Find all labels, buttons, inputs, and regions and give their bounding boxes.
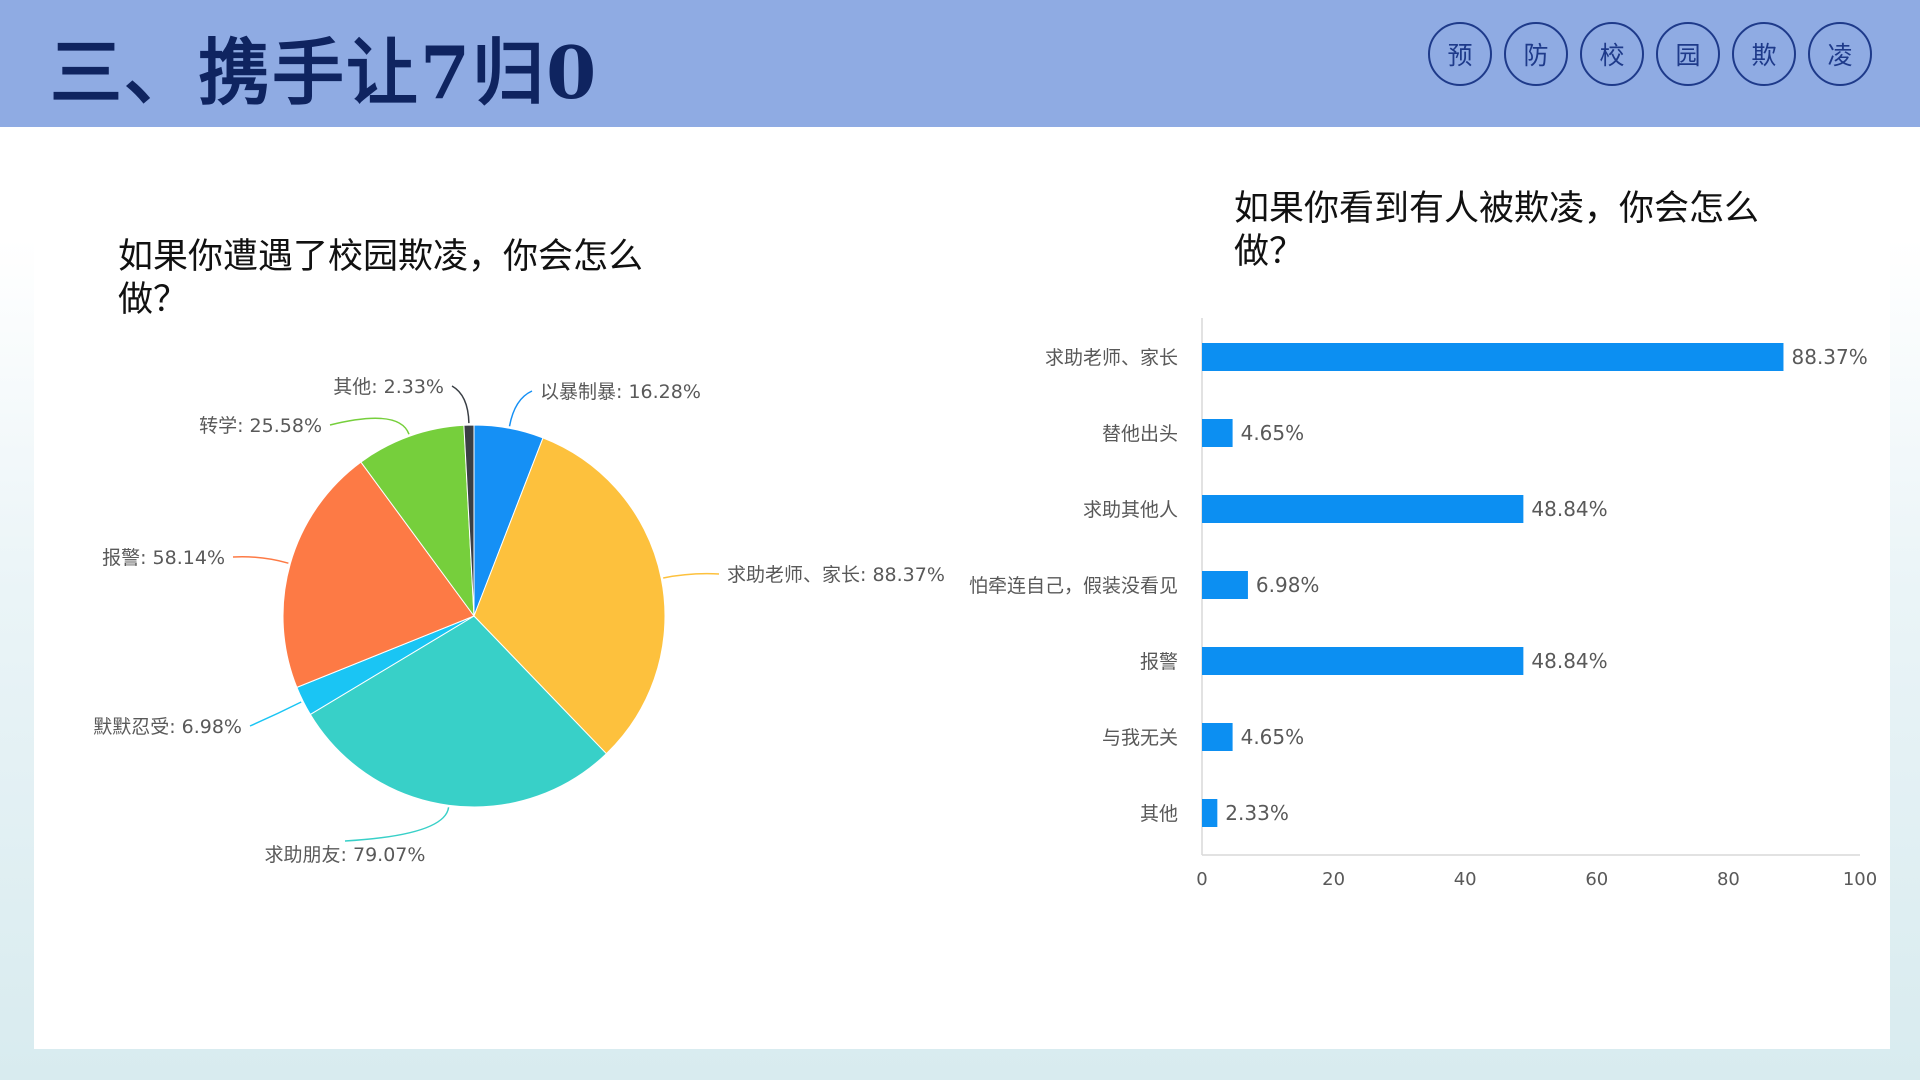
bar-category-label: 求助老师、家长 bbox=[1045, 347, 1178, 369]
pie-data-label: 报警: 58.14% bbox=[102, 547, 225, 569]
bar-x-tick-label: 80 bbox=[1717, 869, 1740, 890]
bar-rect bbox=[1202, 723, 1233, 751]
pie-data-label: 其他: 2.33% bbox=[333, 376, 444, 398]
pie-leader-line bbox=[329, 417, 410, 435]
bar-value-label: 48.84% bbox=[1531, 497, 1607, 521]
pie-leader-line bbox=[232, 556, 289, 564]
pie-data-label: 转学: 25.58% bbox=[199, 415, 322, 437]
bar-value-label: 2.33% bbox=[1225, 801, 1289, 825]
bar-rect bbox=[1202, 647, 1524, 675]
bar-x-tick-label: 60 bbox=[1585, 869, 1608, 890]
bar-rect bbox=[1202, 495, 1524, 523]
bar-value-label: 88.37% bbox=[1792, 345, 1868, 369]
bar-category-label: 替他出头 bbox=[1102, 423, 1178, 445]
charts-canvas: 以暴制暴: 16.28% 求助老师、家长: 88.37% 求助朋友: 79.07% 默… bbox=[93, 318, 1877, 890]
bar-value-label: 4.65% bbox=[1241, 421, 1305, 445]
pie-data-label: 求助老师、家长: 88.37% bbox=[727, 564, 945, 586]
bar-x-tick-label: 20 bbox=[1322, 869, 1345, 890]
bar-x-tick-label: 0 bbox=[1196, 869, 1207, 890]
bar-x-tick-label: 40 bbox=[1454, 869, 1477, 890]
pie-data-label: 求助朋友: 79.07% bbox=[265, 844, 426, 866]
pie-leader-line bbox=[344, 807, 450, 842]
bar-value-label: 4.65% bbox=[1241, 725, 1305, 749]
bar-x-tick-label: 100 bbox=[1843, 869, 1877, 890]
bar-category-label: 报警 bbox=[1140, 651, 1178, 673]
bar-category-label: 求助其他人 bbox=[1083, 499, 1178, 521]
pie-leader-line bbox=[451, 385, 470, 424]
pie-leader-line bbox=[663, 572, 720, 579]
pie-data-label: 以暴制暴: 16.28% bbox=[540, 381, 701, 403]
pie-leader-line bbox=[249, 701, 302, 727]
bar-value-label: 6.98% bbox=[1256, 573, 1320, 597]
bar-rect bbox=[1202, 343, 1784, 371]
bar-rect bbox=[1202, 799, 1218, 827]
pie-leader-line bbox=[508, 390, 533, 427]
bar-rect bbox=[1202, 571, 1248, 599]
bar-category-label: 与我无关 bbox=[1102, 727, 1178, 749]
bar-category-label: 怕牵连自己，假装没看见 bbox=[969, 575, 1178, 597]
bar-rect bbox=[1202, 419, 1233, 447]
bar-value-label: 48.84% bbox=[1531, 649, 1607, 673]
bar-category-label: 其他 bbox=[1140, 803, 1178, 825]
pie-data-label: 默默忍受: 6.98% bbox=[93, 716, 242, 738]
